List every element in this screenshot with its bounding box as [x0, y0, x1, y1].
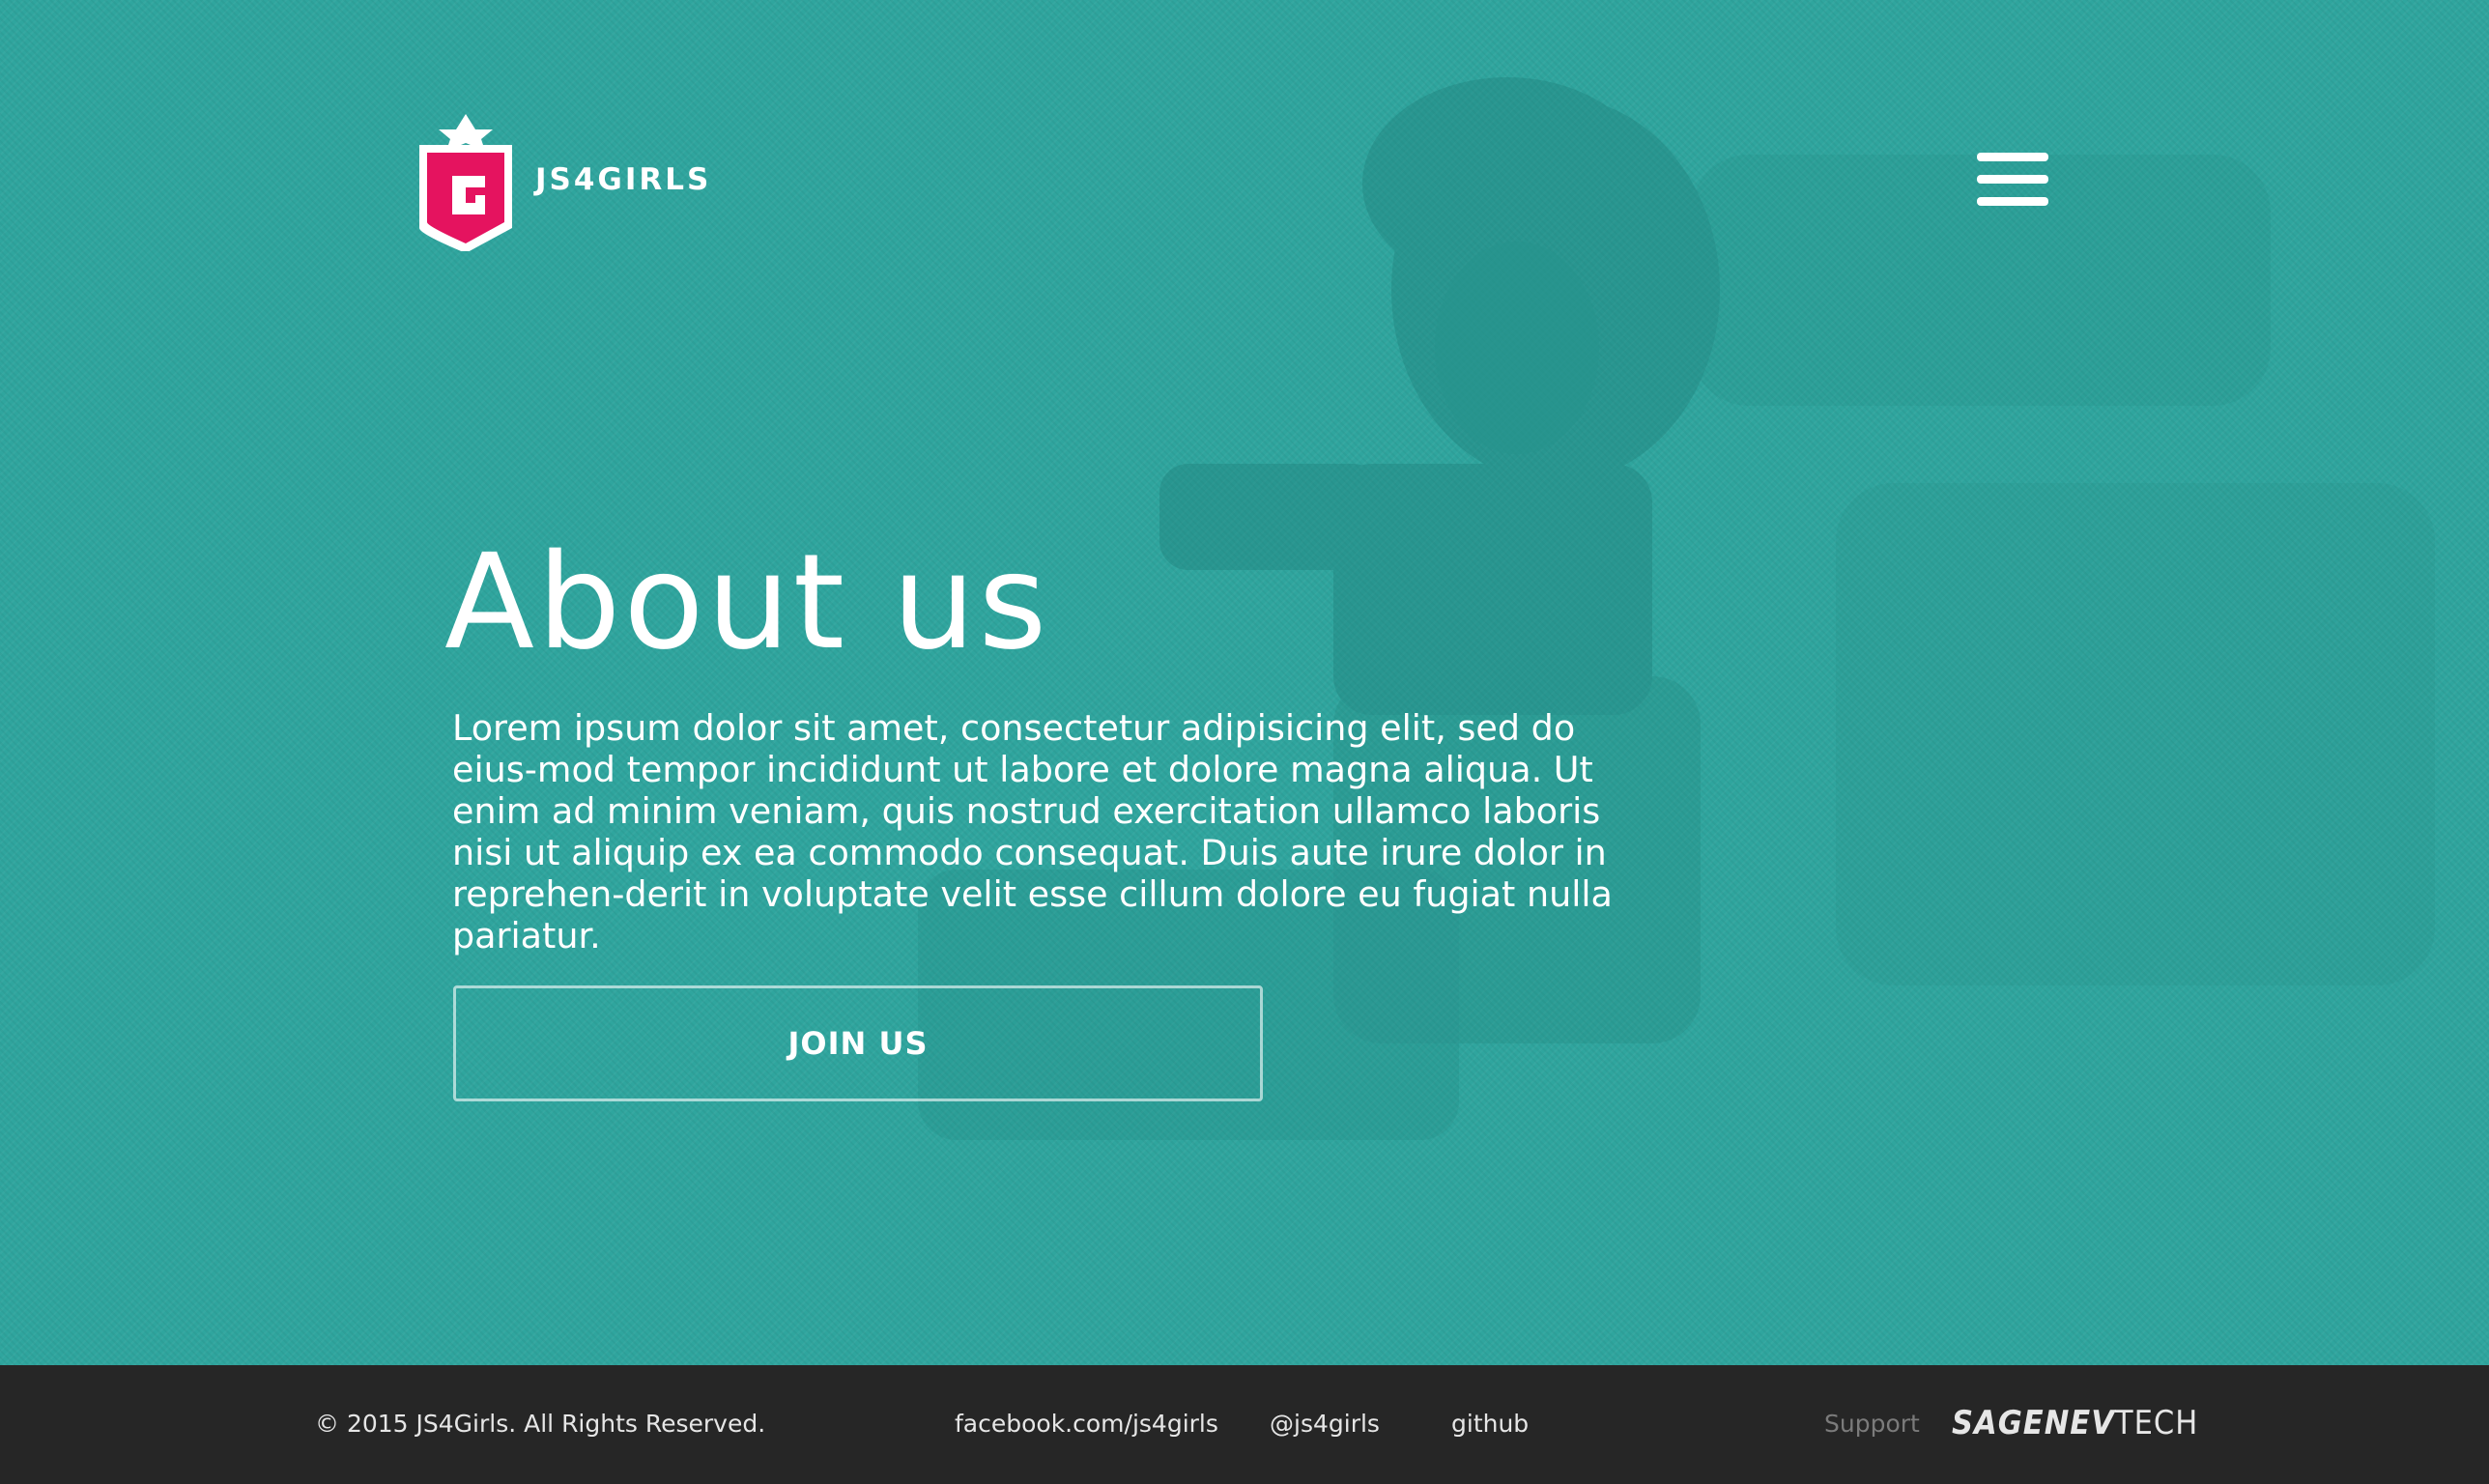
- superhero-figure-background-image: [918, 77, 2435, 1140]
- github-link[interactable]: github: [1451, 1410, 1529, 1439]
- about-description: Lorem ipsum dolor sit amet, consectetur …: [452, 707, 1613, 956]
- menu-bar: [1977, 153, 2048, 161]
- hamburger-menu-icon[interactable]: [1977, 151, 2048, 209]
- copyright-text: © 2015 JS4Girls. All Rights Reserved.: [315, 1410, 766, 1438]
- twitter-link[interactable]: @js4girls: [1270, 1410, 1380, 1439]
- page-title: About us: [444, 527, 1050, 679]
- facebook-link[interactable]: facebook.com/js4girls: [955, 1410, 1218, 1439]
- footer: © 2015 JS4Girls. All Rights Reserved. fa…: [0, 1365, 2489, 1484]
- shield-crown-logo-icon: [419, 114, 512, 251]
- brand-name: JS4GIRLS: [535, 162, 712, 197]
- menu-bar: [1977, 197, 2048, 206]
- sponsor-name-light: TECH: [2114, 1404, 2199, 1442]
- support-label: Support: [1824, 1410, 1920, 1438]
- menu-bar: [1977, 175, 2048, 184]
- join-us-button[interactable]: JOIN US: [453, 985, 1263, 1101]
- brand-logo[interactable]: JS4GIRLS: [415, 108, 711, 251]
- hero-section: JS4GIRLS About us Lorem ipsum dolor sit …: [0, 0, 2489, 1365]
- sponsor-logo-link[interactable]: SAGENEVTECH: [1952, 1404, 2198, 1442]
- sponsor-name-bold: SAGENEV: [1952, 1404, 2115, 1442]
